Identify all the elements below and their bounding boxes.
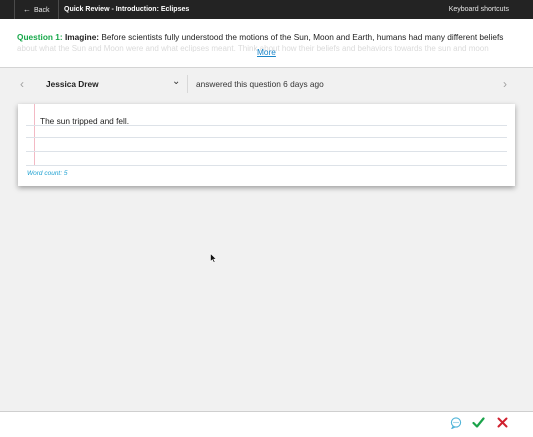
response-text: The sun tripped and fell.: [40, 116, 130, 126]
word-count: Word count: 5: [27, 170, 68, 177]
bottom-action-bar: [0, 411, 533, 437]
check-icon[interactable]: [472, 416, 485, 429]
question-imagine-label: Imagine:: [64, 32, 100, 42]
student-select[interactable]: Jessica Drew: [46, 79, 99, 89]
question-panel: Question 1: Imagine: Before scientists f…: [0, 19, 533, 68]
divider: [187, 75, 188, 93]
top-bar: ← Back Quick Review - Introduction: Eclip…: [0, 0, 533, 19]
paper-rule: [26, 165, 507, 166]
paper-margin-line: [34, 104, 35, 166]
mouse-cursor-icon: [210, 253, 217, 263]
chevron-left-icon[interactable]: ‹: [20, 77, 24, 91]
chevron-down-icon[interactable]: ⌄: [172, 76, 180, 87]
back-button[interactable]: ← Back: [14, 0, 59, 19]
response-card: The sun tripped and fell. Word count: 5: [18, 104, 515, 186]
answered-timestamp: answered this question 6 days ago: [196, 79, 324, 89]
paper-rule: [26, 137, 507, 138]
arrow-left-icon: ←: [23, 5, 31, 14]
question-text-line: Question 1: Imagine: Before scientists f…: [17, 32, 522, 42]
question-number: Question 1:: [17, 32, 63, 42]
page-title: Quick Review - Introduction: Eclipses: [64, 6, 190, 13]
chevron-right-icon[interactable]: ›: [503, 77, 507, 91]
back-label: Back: [34, 7, 50, 14]
question-text: Before scientists fully understood the m…: [101, 32, 504, 42]
paper-rule: [26, 151, 507, 152]
keyboard-shortcuts-link[interactable]: Keyboard shortcuts: [449, 0, 509, 19]
more-link[interactable]: More: [257, 47, 276, 57]
comment-icon[interactable]: [450, 417, 462, 429]
response-navigation: ‹ Jessica Drew ⌄ answered this question …: [0, 73, 533, 95]
close-icon[interactable]: [497, 417, 508, 428]
